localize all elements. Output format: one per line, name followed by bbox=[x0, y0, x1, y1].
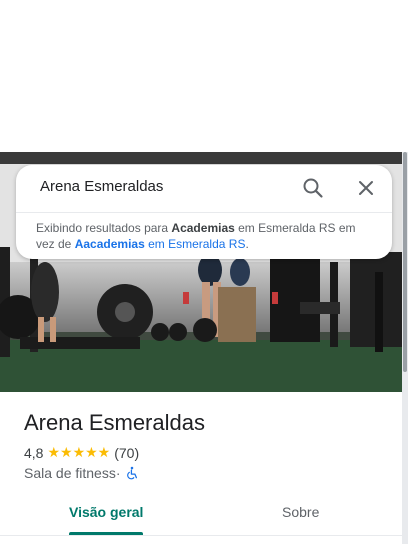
suggest-prefix: Exibindo resultados para bbox=[36, 221, 172, 235]
tabs-divider bbox=[0, 535, 402, 536]
rating-value: 4,8 bbox=[24, 444, 44, 461]
search-input[interactable]: Arena Esmeraldas bbox=[40, 178, 163, 195]
wheelchair-icon bbox=[126, 466, 137, 480]
tab-about[interactable]: Sobre bbox=[282, 504, 319, 520]
tab-overview[interactable]: Visão geral bbox=[69, 504, 143, 520]
suggest-term: Academias bbox=[171, 221, 235, 235]
category-row: Sala de fitness · bbox=[24, 465, 139, 481]
place-title: Arena Esmeraldas bbox=[24, 410, 205, 435]
search-divider bbox=[16, 212, 392, 213]
suggest-end: . bbox=[245, 237, 249, 251]
place-tabs: Visão geral Sobre bbox=[0, 495, 402, 536]
original-query-link[interactable]: Aacademias em Esmeralda RS bbox=[75, 237, 246, 251]
scrollbar-thumb[interactable] bbox=[403, 152, 407, 372]
place-category[interactable]: Sala de fitness bbox=[24, 465, 116, 481]
suggest-alt-location: em Esmeralda RS bbox=[144, 237, 246, 251]
close-icon[interactable] bbox=[354, 176, 378, 200]
blank-area bbox=[0, 0, 408, 152]
category-separator: · bbox=[115, 465, 121, 481]
rating-stars: ★★★★★ bbox=[47, 444, 111, 460]
rating-row[interactable]: 4,8 ★★★★★ (70) bbox=[24, 444, 139, 461]
scrollbar[interactable] bbox=[402, 152, 408, 544]
suggest-alt-term: Aacademias bbox=[74, 237, 145, 251]
search-bar[interactable]: Arena Esmeraldas bbox=[16, 165, 392, 211]
search-card: Arena Esmeraldas Exibindo resultados par… bbox=[16, 165, 392, 259]
search-suggestion: Exibindo resultados para Academias em Es… bbox=[36, 220, 376, 252]
search-icon[interactable] bbox=[301, 176, 325, 200]
review-count[interactable]: (70) bbox=[114, 445, 139, 461]
